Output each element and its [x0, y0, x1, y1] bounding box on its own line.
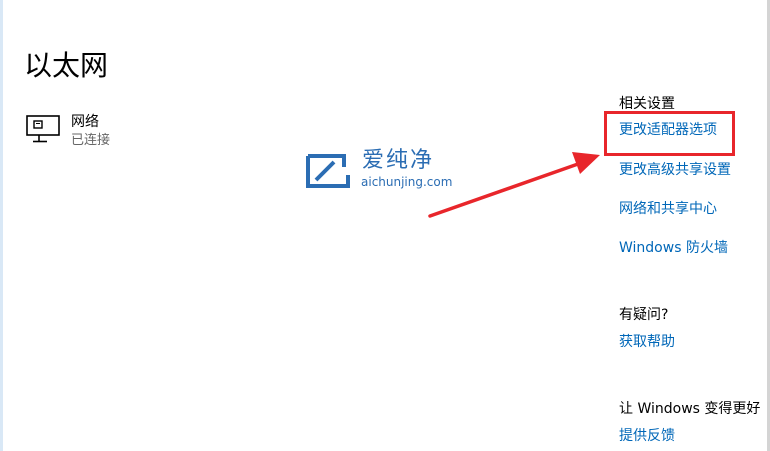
watermark-url: aichunjing.com	[361, 175, 453, 189]
annotation-arrow	[428, 152, 600, 218]
feedback-heading: 让 Windows 变得更好	[619, 401, 761, 417]
watermark-logo-icon	[306, 154, 350, 188]
window-left-edge	[0, 0, 3, 451]
page-title: 以太网	[24, 49, 109, 82]
network-sharing-center-link[interactable]: 网络和共享中心	[619, 200, 717, 218]
watermark-text: 爱纯净	[362, 148, 435, 173]
get-help-link[interactable]: 获取帮助	[619, 333, 675, 351]
highlight-box	[604, 111, 735, 156]
watermark: 爱纯净 aichunjing.com	[302, 148, 467, 194]
ethernet-monitor-icon	[26, 115, 60, 143]
give-feedback-link[interactable]: 提供反馈	[619, 427, 675, 445]
help-heading: 有疑问?	[619, 307, 669, 323]
windows-firewall-link[interactable]: Windows 防火墙	[619, 239, 728, 257]
network-status: 已连接	[71, 133, 111, 148]
network-name: 网络	[71, 114, 99, 130]
advanced-sharing-settings-link[interactable]: 更改高级共享设置	[619, 161, 731, 179]
